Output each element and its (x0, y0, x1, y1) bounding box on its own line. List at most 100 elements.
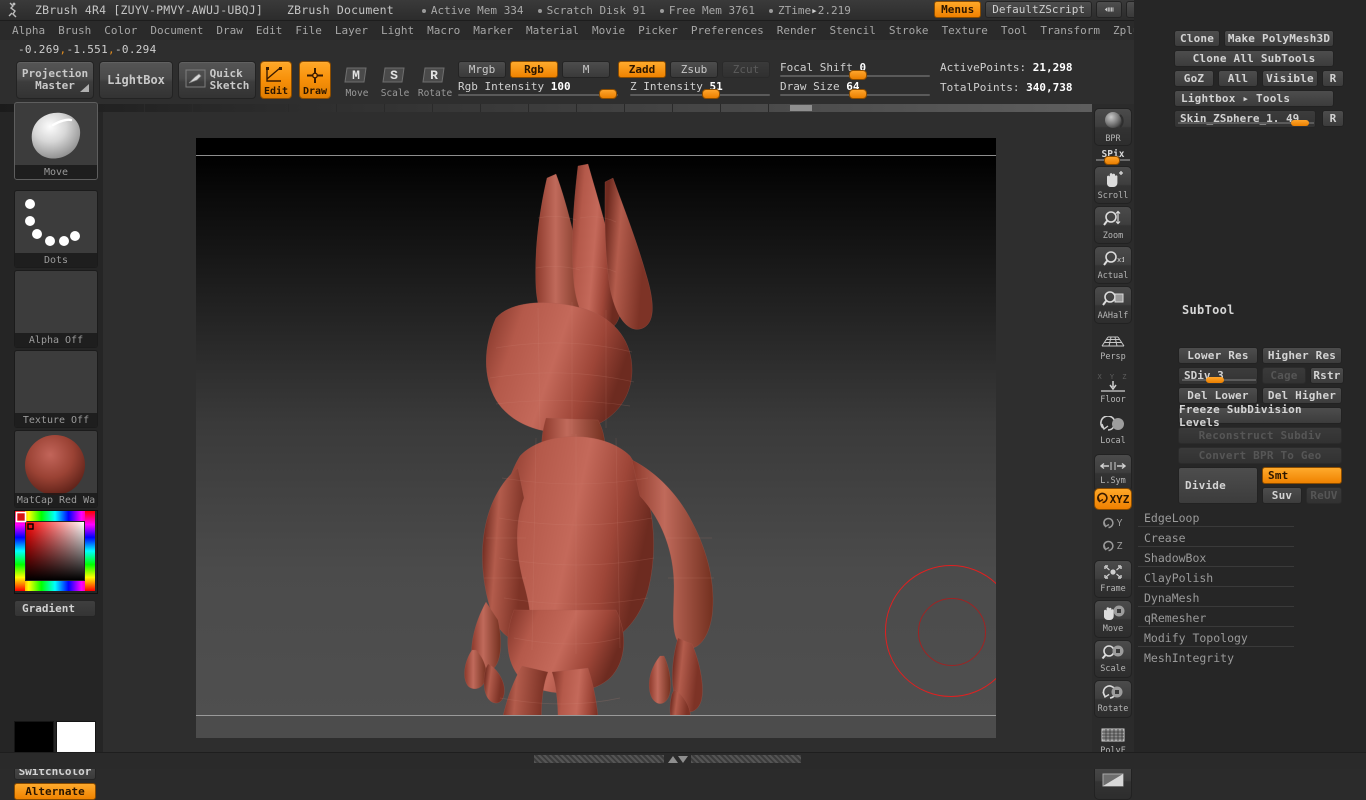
rotate-y-button[interactable]: Y (1094, 513, 1132, 535)
rgb-intensity-slider[interactable]: Rgb Intensity 100 (458, 80, 618, 99)
projection-master-button[interactable]: Projection Master (16, 61, 94, 99)
zadd-button[interactable]: Zadd (618, 61, 666, 78)
material-swatch[interactable]: MatCap Red Wa (14, 430, 98, 508)
divide-button[interactable]: Divide (1178, 467, 1258, 504)
rgb-button[interactable]: Rgb (510, 61, 558, 78)
brush-swatch[interactable]: Move (14, 102, 98, 180)
menu-item-marker[interactable]: Marker (467, 23, 519, 38)
clone-all-subtools-button[interactable]: Clone All SubTools (1174, 50, 1334, 67)
focal-shift-slider[interactable]: Focal Shift 0 (780, 61, 930, 80)
menu-item-tool[interactable]: Tool (995, 23, 1034, 38)
rotate-z-button[interactable]: Z (1094, 536, 1132, 558)
menu-item-macro[interactable]: Macro (421, 23, 466, 38)
prev-zscript-button[interactable] (1096, 1, 1122, 18)
rstr-button[interactable]: Rstr (1310, 367, 1344, 384)
menu-item-preferences[interactable]: Preferences (685, 23, 770, 38)
z-intensity-knob[interactable] (702, 89, 720, 99)
zcut-button[interactable]: Zcut (722, 61, 770, 78)
z-intensity-slider[interactable]: Z Intensity 51 (630, 80, 770, 99)
freeze-subdivision-levels-button[interactable]: Freeze SubDivision Levels (1178, 403, 1342, 429)
draw-size-slider[interactable]: Draw Size 64 (780, 80, 930, 99)
aahalf-button[interactable]: AAHalf (1094, 286, 1132, 324)
nav-move-button[interactable]: Move (1094, 600, 1132, 638)
del-higher-button[interactable]: Del Higher (1262, 387, 1342, 404)
persp-button[interactable]: Persp (1094, 328, 1132, 366)
menu-item-transform[interactable]: Transform (1034, 23, 1106, 38)
current-tool-slider[interactable]: Skin_ZSphere_1. 49 (1174, 110, 1316, 128)
menu-item-layer[interactable]: Layer (329, 23, 374, 38)
visible-button[interactable]: Visible (1262, 70, 1318, 87)
menu-item-texture[interactable]: Texture (936, 23, 994, 38)
lightbox-button[interactable]: LightBox (99, 61, 173, 99)
higher-res-button[interactable]: Higher Res (1262, 347, 1342, 364)
texture-swatch[interactable]: Texture Off (14, 350, 98, 428)
shadowbox-row[interactable]: ShadowBox (1138, 549, 1294, 567)
scroll-arrows[interactable] (667, 754, 689, 767)
color-picker[interactable] (14, 510, 98, 594)
goz-button[interactable]: GoZ (1174, 70, 1214, 87)
modify-topology-row[interactable]: Modify Topology (1138, 629, 1294, 647)
sdiv-slider[interactable]: SDiv 3 (1178, 367, 1258, 385)
floor-button[interactable]: X Y Z Floor (1094, 370, 1132, 408)
zoom-button[interactable]: Zoom (1094, 206, 1132, 244)
menu-item-draw[interactable]: Draw (210, 23, 249, 38)
rotate-button[interactable]: R Rotate (418, 61, 452, 99)
zsub-button[interactable]: Zsub (670, 61, 718, 78)
lower-res-button[interactable]: Lower Res (1178, 347, 1258, 364)
reuv-button[interactable]: ReUV (1306, 487, 1342, 504)
smt-button[interactable]: Smt (1262, 467, 1342, 484)
dynamesh-row[interactable]: DynaMesh (1138, 589, 1294, 607)
meshintegrity-row[interactable]: MeshIntegrity (1138, 649, 1294, 667)
cage-button[interactable]: Cage (1262, 367, 1306, 384)
spix-knob[interactable] (1104, 156, 1120, 165)
reconstruct-subdiv-button[interactable]: Reconstruct Subdiv (1178, 427, 1342, 444)
bottom-scrollbar-left[interactable] (534, 755, 664, 763)
claypolish-row[interactable]: ClayPolish (1138, 569, 1294, 587)
menu-item-brush[interactable]: Brush (52, 23, 97, 38)
mrgb-button[interactable]: Mrgb (458, 61, 506, 78)
menu-item-edit[interactable]: Edit (250, 23, 289, 38)
stroke-swatch[interactable]: Dots (14, 190, 98, 268)
menu-item-document[interactable]: Document (144, 23, 209, 38)
nav-scale-button[interactable]: Scale (1094, 640, 1132, 678)
menu-item-stroke[interactable]: Stroke (883, 23, 935, 38)
actual-button[interactable]: x1 Actual (1094, 246, 1132, 284)
goz-r-button[interactable]: R (1322, 70, 1344, 87)
menu-item-material[interactable]: Material (520, 23, 585, 38)
alpha-swatch[interactable]: Alpha Off (14, 270, 98, 348)
alternate-button[interactable]: Alternate (14, 783, 96, 800)
scale-button[interactable]: S Scale (378, 61, 412, 99)
draw-size-knob[interactable] (849, 89, 867, 99)
zscript-name-field[interactable]: DefaultZScript (985, 1, 1092, 18)
make-polymesh3d-button[interactable]: Make PolyMesh3D (1224, 30, 1334, 47)
bottom-scrollbar-right[interactable] (691, 755, 801, 763)
draw-button[interactable]: Draw (299, 61, 331, 99)
local-button[interactable]: Local (1094, 412, 1132, 450)
m-button[interactable]: M (562, 61, 610, 78)
menu-item-stencil[interactable]: Stencil (823, 23, 881, 38)
crease-row[interactable]: Crease (1138, 529, 1294, 547)
convert-bpr-to-geo-button[interactable]: Convert BPR To Geo (1178, 447, 1342, 464)
current-tool-r-button[interactable]: R (1322, 110, 1344, 127)
move-button[interactable]: M Move (340, 61, 374, 99)
edgeloop-row[interactable]: EdgeLoop (1138, 509, 1294, 527)
bpr-button[interactable]: BPR (1094, 108, 1132, 146)
scroll-button[interactable]: Scroll (1094, 166, 1132, 204)
edit-button[interactable]: Edit (260, 61, 292, 99)
lsym-button[interactable]: L.Sym (1094, 454, 1132, 492)
focal-shift-knob[interactable] (849, 70, 867, 80)
nav-rotate-button[interactable]: Rotate (1094, 680, 1132, 718)
menus-button[interactable]: Menus (934, 1, 982, 18)
lightbox-tools-button[interactable]: Lightbox ▸ Tools (1174, 90, 1334, 107)
menu-item-light[interactable]: Light (375, 23, 420, 38)
menu-item-movie[interactable]: Movie (586, 23, 631, 38)
canvas-viewport[interactable] (196, 138, 996, 738)
spix-slider[interactable]: SPix (1096, 149, 1130, 165)
menu-item-file[interactable]: File (289, 23, 328, 38)
menu-item-picker[interactable]: Picker (632, 23, 684, 38)
qremesher-row[interactable]: qRemesher (1138, 609, 1294, 627)
frame-button[interactable]: Frame (1094, 560, 1132, 598)
xyz-rotate-button[interactable]: XYZ (1094, 488, 1132, 510)
quick-sketch-button[interactable]: Quick Sketch (178, 61, 256, 99)
menu-item-color[interactable]: Color (98, 23, 143, 38)
